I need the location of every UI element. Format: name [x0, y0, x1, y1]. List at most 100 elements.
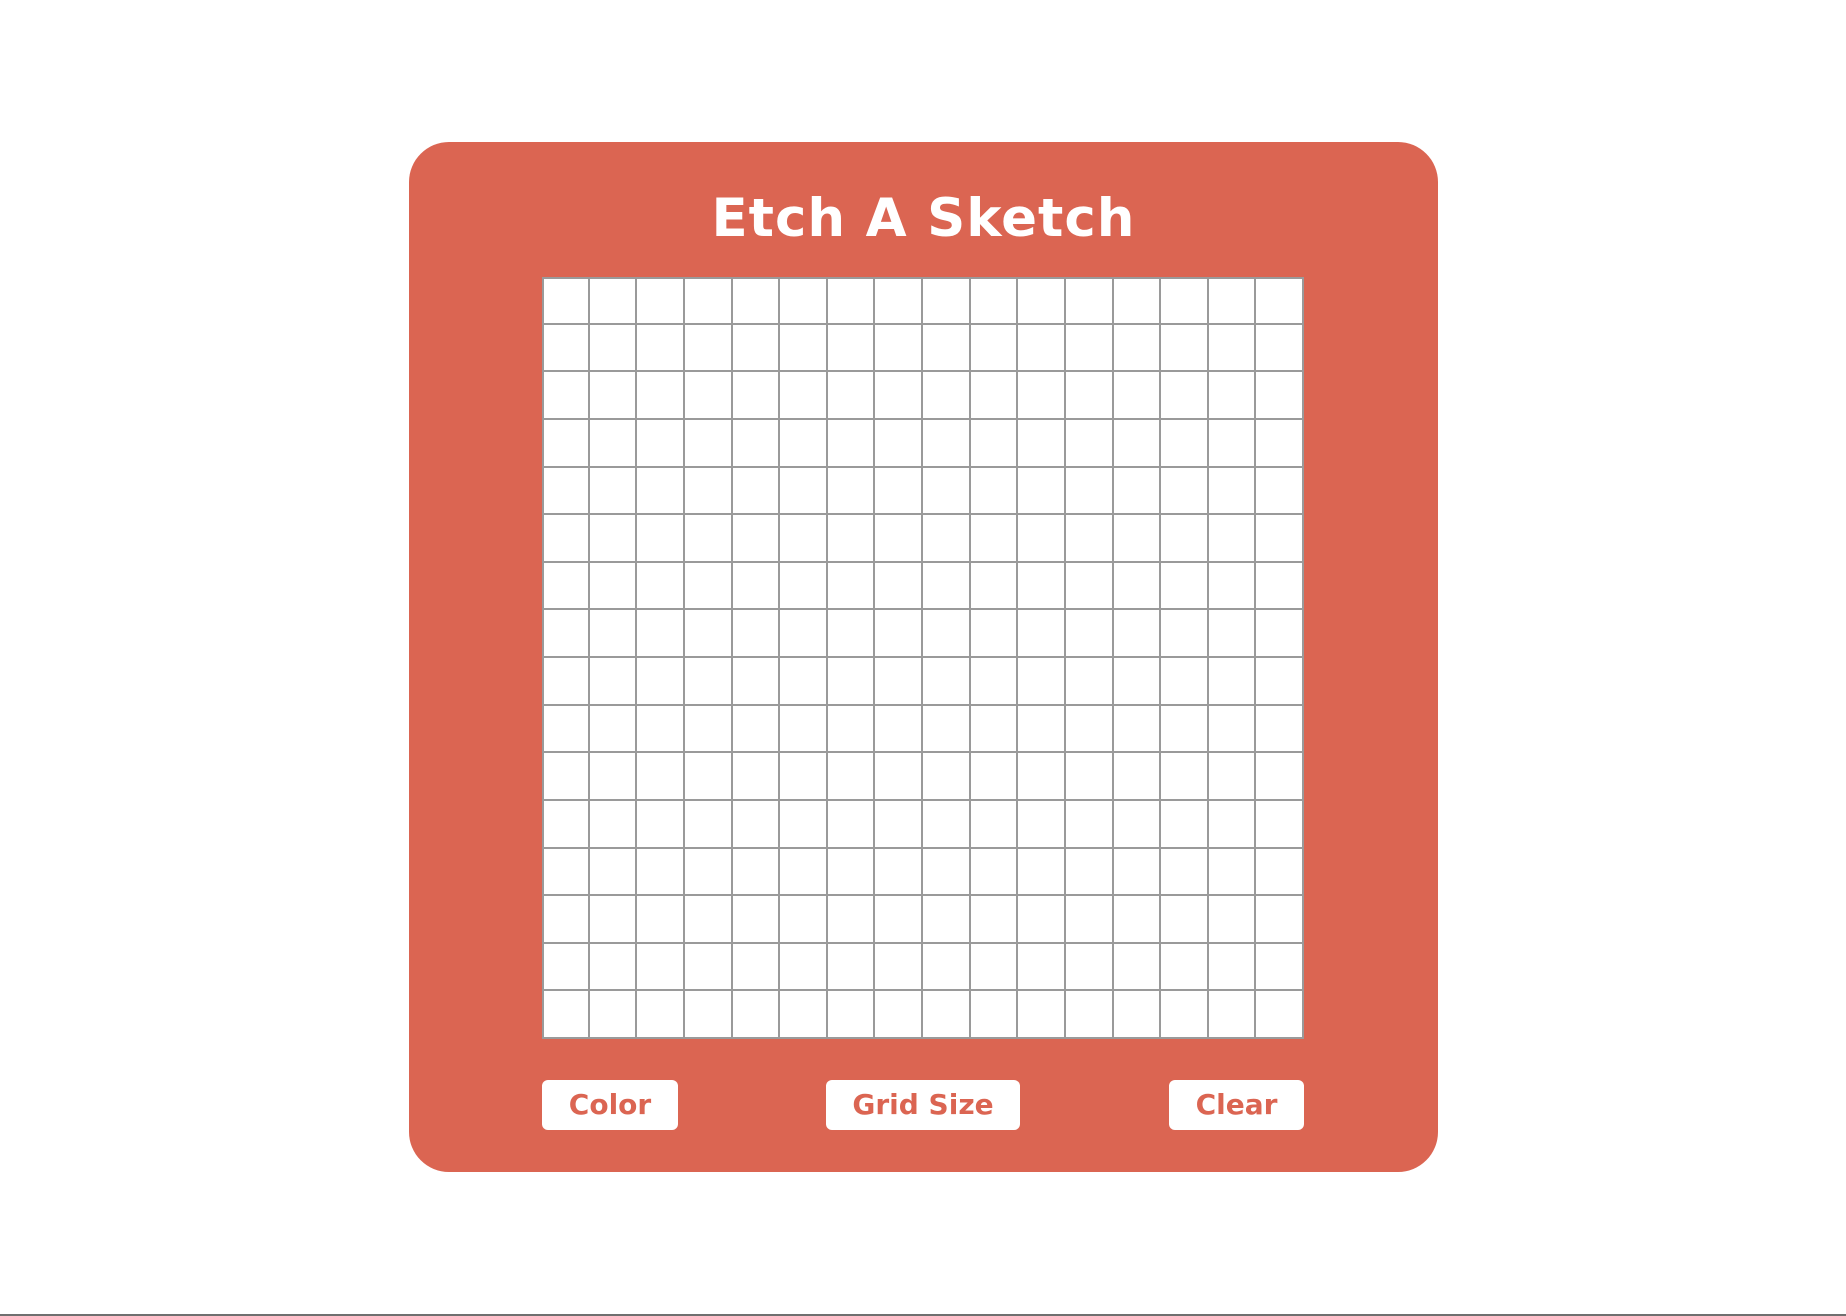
grid-cell[interactable] [1161, 610, 1209, 658]
grid-cell[interactable] [780, 800, 828, 849]
grid-cell[interactable] [923, 515, 971, 563]
grid-cell[interactable] [1113, 324, 1162, 373]
grid-cell[interactable] [1018, 658, 1066, 706]
grid-cell[interactable] [732, 515, 781, 563]
grid-cell[interactable] [780, 562, 828, 611]
grid-cell[interactable] [1161, 419, 1209, 468]
grid-cell[interactable] [637, 372, 685, 420]
grid-cell[interactable] [970, 324, 1019, 373]
grid-cell[interactable] [1208, 467, 1257, 516]
grid-cell[interactable] [1161, 562, 1209, 611]
grid-cell[interactable] [542, 705, 590, 754]
grid-cell[interactable] [875, 800, 923, 849]
grid-cell[interactable] [970, 277, 1019, 325]
grid-cell[interactable] [1113, 515, 1162, 563]
grid-cell[interactable] [1113, 419, 1162, 468]
grid-cell[interactable] [542, 610, 590, 658]
grid-cell[interactable] [1208, 705, 1257, 754]
grid-cell[interactable] [780, 515, 828, 563]
grid-cell[interactable] [923, 991, 971, 1039]
grid-cell[interactable] [780, 277, 828, 325]
grid-cell[interactable] [1161, 848, 1209, 897]
grid-cell[interactable] [732, 991, 781, 1039]
grid-cell[interactable] [1113, 562, 1162, 611]
grid-cell[interactable] [542, 943, 590, 992]
grid-cell[interactable] [1256, 277, 1304, 325]
grid-cell[interactable] [1018, 848, 1066, 897]
grid-cell[interactable] [923, 467, 971, 516]
grid-cell[interactable] [1018, 324, 1066, 373]
grid-cell[interactable] [780, 372, 828, 420]
grid-cell[interactable] [1113, 753, 1162, 801]
grid-cell[interactable] [1208, 896, 1257, 944]
grid-cell[interactable] [1161, 372, 1209, 420]
grid-cell[interactable] [1161, 800, 1209, 849]
grid-cell[interactable] [780, 848, 828, 897]
grid-cell[interactable] [1018, 705, 1066, 754]
grid-cell[interactable] [970, 610, 1019, 658]
grid-cell[interactable] [1018, 896, 1066, 944]
grid-cell[interactable] [589, 562, 638, 611]
grid-cell[interactable] [827, 705, 876, 754]
grid-cell[interactable] [732, 705, 781, 754]
grid-cell[interactable] [970, 515, 1019, 563]
grid-cell[interactable] [684, 277, 733, 325]
grid-cell[interactable] [732, 658, 781, 706]
grid-cell[interactable] [923, 658, 971, 706]
grid-cell[interactable] [827, 800, 876, 849]
grid-cell[interactable] [589, 943, 638, 992]
grid-cell[interactable] [923, 800, 971, 849]
grid-cell[interactable] [732, 610, 781, 658]
grid-cell[interactable] [589, 610, 638, 658]
grid-cell[interactable] [1065, 562, 1114, 611]
grid-cell[interactable] [1113, 896, 1162, 944]
grid-cell[interactable] [1065, 515, 1114, 563]
grid-cell[interactable] [684, 515, 733, 563]
grid-cell[interactable] [780, 610, 828, 658]
grid-cell[interactable] [1113, 658, 1162, 706]
grid-cell[interactable] [1208, 658, 1257, 706]
grid-cell[interactable] [1256, 848, 1304, 897]
grid-cell[interactable] [637, 419, 685, 468]
grid-cell[interactable] [1208, 515, 1257, 563]
grid-cell[interactable] [875, 277, 923, 325]
grid-cell[interactable] [1161, 753, 1209, 801]
grid-cell[interactable] [970, 467, 1019, 516]
grid-cell[interactable] [1113, 372, 1162, 420]
grid-cell[interactable] [970, 705, 1019, 754]
grid-cell[interactable] [1113, 848, 1162, 897]
grid-cell[interactable] [875, 848, 923, 897]
grid-cell[interactable] [542, 562, 590, 611]
grid-cell[interactable] [1256, 372, 1304, 420]
grid-cell[interactable] [970, 991, 1019, 1039]
grid-cell[interactable] [637, 800, 685, 849]
color-button[interactable]: Color [542, 1080, 678, 1130]
grid-cell[interactable] [875, 943, 923, 992]
grid-cell[interactable] [542, 800, 590, 849]
grid-cell[interactable] [1018, 372, 1066, 420]
grid-cell[interactable] [875, 991, 923, 1039]
grid-cell[interactable] [827, 610, 876, 658]
grid-cell[interactable] [589, 467, 638, 516]
grid-cell[interactable] [684, 848, 733, 897]
grid-cell[interactable] [589, 324, 638, 373]
grid-cell[interactable] [684, 753, 733, 801]
grid-cell[interactable] [1113, 943, 1162, 992]
grid-cell[interactable] [970, 658, 1019, 706]
grid-cell[interactable] [780, 991, 828, 1039]
grid-cell[interactable] [923, 277, 971, 325]
grid-cell[interactable] [732, 467, 781, 516]
grid-cell[interactable] [970, 848, 1019, 897]
grid-cell[interactable] [1065, 896, 1114, 944]
grid-cell[interactable] [637, 610, 685, 658]
grid-cell[interactable] [970, 800, 1019, 849]
grid-cell[interactable] [923, 372, 971, 420]
grid-cell[interactable] [1256, 943, 1304, 992]
grid-cell[interactable] [542, 658, 590, 706]
grid-cell[interactable] [923, 324, 971, 373]
grid-cell[interactable] [923, 562, 971, 611]
clear-button[interactable]: Clear [1169, 1080, 1304, 1130]
grid-cell[interactable] [732, 419, 781, 468]
grid-cell[interactable] [1113, 467, 1162, 516]
grid-cell[interactable] [827, 943, 876, 992]
